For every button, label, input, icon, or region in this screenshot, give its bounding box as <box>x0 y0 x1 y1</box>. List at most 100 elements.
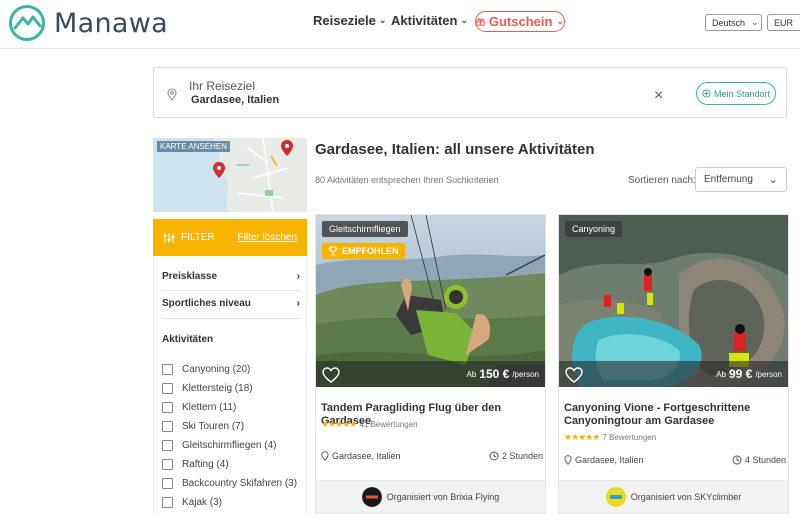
search-input[interactable]: Gardasee, Italien <box>191 94 279 106</box>
search-label: Ihr Reiseziel <box>189 79 256 93</box>
map-preview[interactable]: KARTE ANSEHEN <box>153 138 307 212</box>
rating: ★★★★★ 41 Bewertungen <box>321 419 418 430</box>
activity-label: Canyoning (20) <box>182 364 251 375</box>
chevron-down-icon: ⌄ <box>460 15 469 25</box>
organizer-bar[interactable]: Organisiert von SKYclimber <box>559 480 788 513</box>
gift-icon <box>476 18 485 26</box>
location-pin-icon <box>564 455 572 465</box>
rating: ★★★★★ 7 Bewertungen <box>564 432 656 443</box>
activity-title[interactable]: Canyoning Vione - Fortgeschrittene Canyo… <box>564 402 786 428</box>
checkbox[interactable] <box>162 497 173 508</box>
location-pin-icon <box>167 88 177 101</box>
nav-aktivitaeten[interactable]: Aktivitäten ⌄ <box>391 13 468 28</box>
price-strip: Ab 150 € /person <box>316 361 545 387</box>
duration-label: 2 Stunden <box>501 451 543 461</box>
facet-level-label: Sportliches niveau <box>162 298 251 309</box>
sort-select[interactable]: Entfernung ⌄ <box>695 167 787 192</box>
divider <box>162 318 300 319</box>
currency-value: EUR <box>774 17 794 28</box>
chevron-right-icon: › <box>296 298 300 309</box>
activity-checkbox-row[interactable]: Backcountry Skifahren (3) <box>162 478 297 489</box>
recommended-label: EMPFOHLEN <box>342 246 399 256</box>
gutschein-button[interactable]: Gutschein ⌄ <box>475 11 565 32</box>
activity-checkbox-row[interactable]: Kajak (3) <box>162 497 222 508</box>
duration-label: 4 Stunden <box>744 455 786 465</box>
organizer-bar[interactable]: Organisiert von Brixia Flying <box>316 480 545 513</box>
organizer-label: Organisiert von Brixia Flying <box>386 492 500 502</box>
category-tag: Canyoning <box>565 221 623 237</box>
my-location-button[interactable]: Mein Standort <box>696 82 776 105</box>
facet-level[interactable]: Sportliches niveau › <box>162 298 300 309</box>
star-rating-icon: ★★★★★ <box>321 419 357 429</box>
organizer-label: Organisiert von SKYclimber <box>630 492 742 502</box>
facet-activities-label: Aktivitäten <box>162 334 214 345</box>
facet-price[interactable]: Preisklasse › <box>162 271 300 282</box>
location-label: Gardasee, Italien <box>332 451 401 461</box>
checkbox[interactable] <box>162 478 173 489</box>
location-label: Gardasee, Italien <box>575 455 644 465</box>
activity-location: Gardasee, Italien <box>564 455 644 465</box>
filter-label: FILTER <box>181 232 215 243</box>
star-rating-icon: ★★★★★ <box>564 432 600 442</box>
price-prefix: Ab <box>716 369 726 379</box>
activity-image: Canyoning Ab 99 € /person <box>559 215 788 387</box>
nav-aktivitaeten-label: Aktivitäten <box>391 13 458 28</box>
view-map-link[interactable]: KARTE ANSEHEN <box>157 141 230 152</box>
page-title: Gardasee, Italien: all unsere Aktivitäte… <box>315 141 595 158</box>
activity-card[interactable]: Gleitschirmfliegen EMPFOHLEN Ab 150 € /p… <box>315 214 546 514</box>
activity-card[interactable]: Canyoning Ab 99 € /person Canyoning Vion… <box>558 214 789 514</box>
destination-search[interactable]: Ihr Reiseziel Gardasee, Italien × Mein S… <box>153 67 787 118</box>
checkbox[interactable] <box>162 383 173 394</box>
activity-checkbox-row[interactable]: Klettern (11) <box>162 402 236 413</box>
activity-checkbox-row[interactable]: Ski Touren (7) <box>162 421 244 432</box>
recommended-badge: EMPFOHLEN <box>322 243 405 259</box>
checkbox[interactable] <box>162 364 173 375</box>
organizer-logo <box>605 487 626 507</box>
my-location-label: Mein Standort <box>713 88 771 99</box>
heart-icon[interactable] <box>565 367 583 383</box>
price-unit: /person <box>755 369 782 379</box>
review-count: 41 Bewertungen <box>359 420 418 429</box>
currency-select[interactable]: EUR ⌄ <box>767 14 800 31</box>
checkbox[interactable] <box>162 440 173 451</box>
language-value: Deutsch <box>712 17 746 28</box>
sliders-icon <box>163 232 175 243</box>
filter-panel: Preisklasse › Sportliches niveau › Aktiv… <box>153 256 307 514</box>
chevron-down-icon: ⌄ <box>751 17 759 27</box>
facet-price-label: Preisklasse <box>162 271 218 282</box>
activity-label: Kajak (3) <box>182 497 223 508</box>
location-pin-icon <box>321 451 329 461</box>
facet-activities-title: Aktivitäten <box>162 334 300 345</box>
mountain-logo-icon <box>9 5 45 41</box>
price-value: 99 € <box>728 367 753 381</box>
sort-label: Sortieren nach: <box>628 175 696 186</box>
activity-checkbox-row[interactable]: Rafting (4) <box>162 459 229 470</box>
nav-reiseziele[interactable]: Reiseziele ⌄ <box>313 13 386 28</box>
crosshair-icon <box>702 89 711 98</box>
price-unit: /person <box>512 369 539 379</box>
results-count: 80 Aktivitäten entsprechen Ihren Suchkri… <box>315 175 499 185</box>
sort-value: Entfernung <box>704 174 753 185</box>
trophy-icon <box>328 246 338 256</box>
clock-icon <box>489 451 499 461</box>
checkbox[interactable] <box>162 421 173 432</box>
activity-checkbox-row[interactable]: Canyoning (20) <box>162 364 250 375</box>
heart-icon[interactable] <box>322 367 340 383</box>
clear-filter-link[interactable]: Filter löschen <box>238 232 297 243</box>
activity-duration: 4 Stunden <box>732 455 786 465</box>
brand-logo[interactable]: Manawa <box>8 4 168 42</box>
price-prefix: Ab <box>466 369 477 379</box>
chevron-down-icon: ⌄ <box>378 15 387 25</box>
checkbox[interactable] <box>162 459 173 470</box>
activity-meta: Gardasee, Italien 4 Stunden <box>564 455 786 465</box>
clear-search-icon[interactable]: × <box>654 87 663 105</box>
activity-label: Klettersteig (18) <box>182 383 253 394</box>
activity-checkbox-row[interactable]: Gleitschirmfliegen (4) <box>162 440 276 451</box>
checkbox[interactable] <box>162 402 173 413</box>
activity-duration: 2 Stunden <box>489 451 543 461</box>
category-tag: Gleitschirmfliegen <box>322 221 408 237</box>
language-select[interactable]: Deutsch ⌄ <box>705 14 762 31</box>
activity-label: Gleitschirmfliegen (4) <box>182 440 277 451</box>
activity-checkbox-row[interactable]: Klettersteig (18) <box>162 383 253 394</box>
brand-name: Manawa <box>54 7 168 39</box>
